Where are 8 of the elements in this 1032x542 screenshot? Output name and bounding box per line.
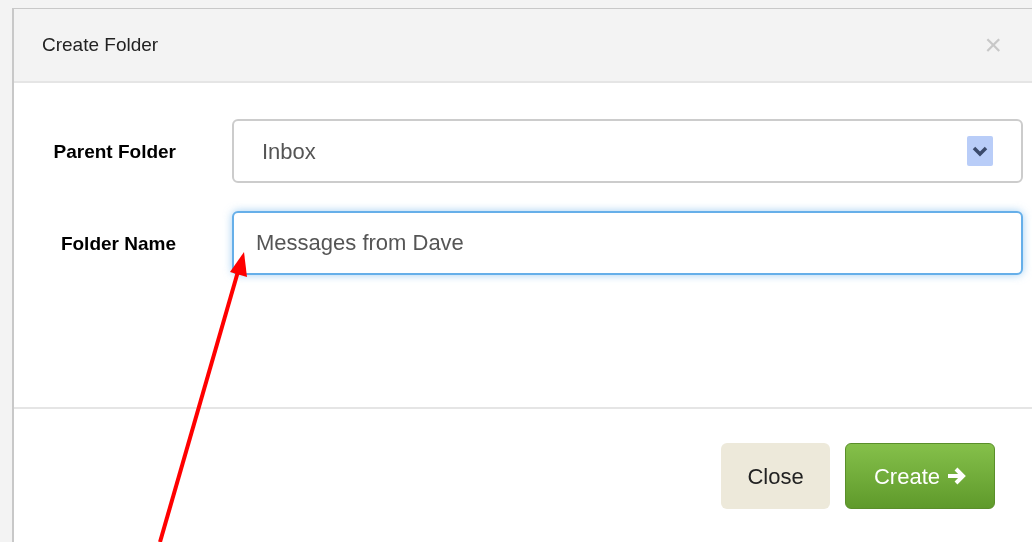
chevron-down-icon [967, 136, 993, 166]
field-label: Parent Folder [52, 140, 176, 162]
parent-folder-select[interactable]: Inbox [232, 119, 1023, 183]
close-button[interactable]: Close [721, 443, 830, 509]
arrow-right-icon [946, 466, 966, 486]
field-label: Folder Name [59, 232, 176, 254]
folder-name-input[interactable]: Messages from Dave [232, 211, 1023, 275]
dialog-title: Create Folder [42, 32, 159, 57]
